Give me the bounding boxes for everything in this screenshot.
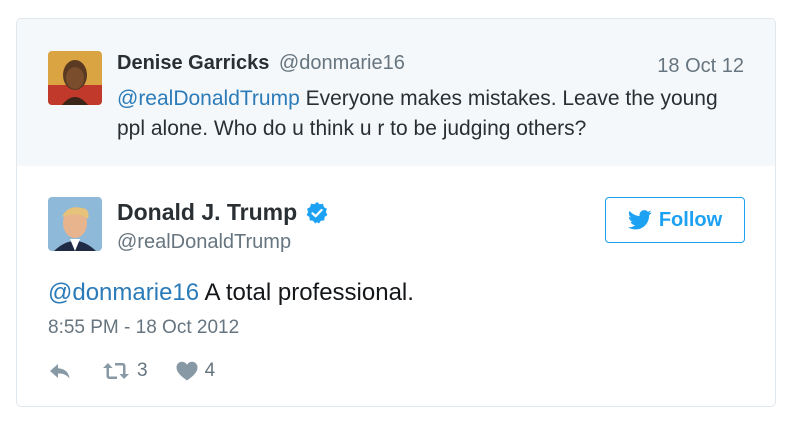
author-name[interactable]: Donald J. Trump: [117, 199, 329, 226]
embedded-tweet-card: Denise Garricks @donmarie16 18 Oct 12 @r…: [16, 18, 776, 407]
retweet-button[interactable]: 3: [102, 360, 148, 382]
reply-button[interactable]: [48, 361, 72, 381]
avatar[interactable]: [48, 197, 102, 251]
tweet-text: @donmarie16 A total professional.: [48, 279, 414, 307]
author-handle[interactable]: @realDonaldTrump: [117, 231, 291, 254]
parent-tweet[interactable]: Denise Garricks @donmarie16 18 Oct 12 @r…: [17, 19, 775, 166]
parent-author-name[interactable]: Denise Garricks: [117, 52, 269, 74]
retweet-count: 3: [137, 360, 148, 381]
tweet-actions: 3 4: [48, 360, 215, 382]
heart-icon: [176, 361, 198, 381]
parent-tweet-text: @realDonaldTrump Everyone makes mistakes…: [117, 84, 747, 144]
tweet-text-body: A total professional.: [199, 279, 414, 306]
author-name-text[interactable]: Donald J. Trump: [117, 199, 297, 226]
mention-link[interactable]: @donmarie16: [48, 279, 199, 306]
twitter-bird-icon: [627, 210, 652, 230]
parent-date[interactable]: 18 Oct 12: [657, 55, 744, 78]
follow-label[interactable]: Follow: [659, 209, 722, 232]
avatar[interactable]: [48, 51, 102, 105]
tweet-timestamp[interactable]: 8:55 PM - 18 Oct 2012: [48, 317, 239, 339]
verified-badge-icon: [305, 201, 329, 225]
follow-button[interactable]: Follow: [605, 197, 745, 243]
parent-author[interactable]: Denise Garricks @donmarie16: [117, 52, 405, 75]
parent-author-handle[interactable]: @donmarie16: [279, 52, 405, 74]
parent-mention-link[interactable]: @realDonaldTrump: [117, 87, 300, 110]
retweet-icon: [103, 363, 129, 379]
reply-icon: [50, 364, 70, 379]
like-count: 4: [204, 360, 216, 381]
like-button[interactable]: 4: [176, 360, 216, 382]
